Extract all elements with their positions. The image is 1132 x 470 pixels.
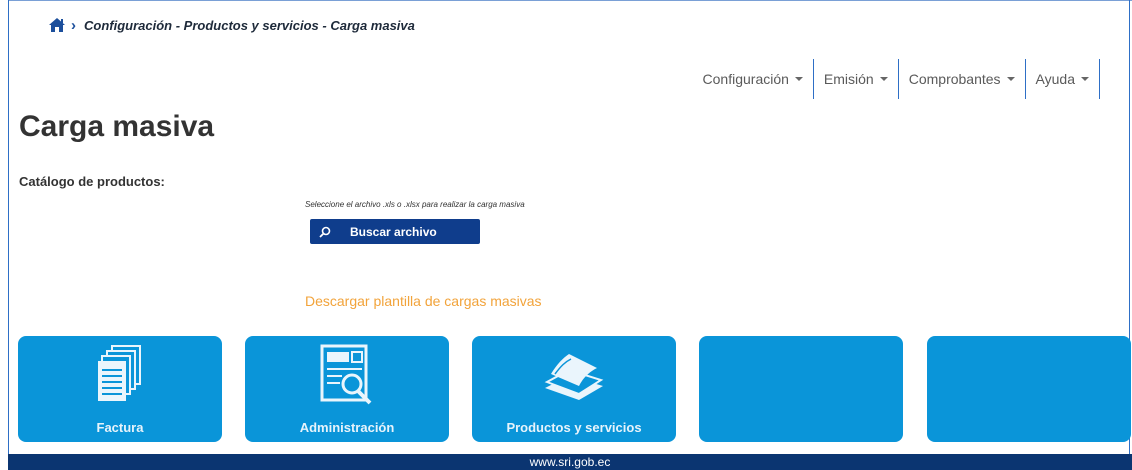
nav-emision[interactable]: Emisión xyxy=(814,59,899,99)
tile-administracion[interactable]: Administración xyxy=(245,336,449,442)
caret-down-icon xyxy=(879,77,888,81)
footer: www.sri.gob.ec xyxy=(8,454,1132,470)
home-icon[interactable] xyxy=(48,17,66,33)
download-template-link[interactable]: Descargar plantilla de cargas masivas xyxy=(305,293,542,309)
nav-label: Comprobantes xyxy=(908,71,1001,87)
upload-hint: Seleccione el archivo .xls o .xlsx para … xyxy=(305,200,525,209)
nav-label: Emisión xyxy=(823,71,874,87)
nav-label: Configuración xyxy=(702,71,789,87)
documents-icon xyxy=(90,342,150,413)
tile-label: Administración xyxy=(299,420,395,435)
search-icon xyxy=(318,225,332,239)
paper-stack-icon xyxy=(539,342,609,413)
document-search-icon xyxy=(312,342,382,413)
tile-factura[interactable]: Factura xyxy=(18,336,222,442)
tile-empty-5[interactable] xyxy=(927,336,1131,442)
page-title: Carga masiva xyxy=(19,110,215,143)
nav-label: Ayuda xyxy=(1035,71,1075,87)
chevron-right-icon: › xyxy=(71,16,76,34)
caret-down-icon xyxy=(794,77,803,81)
breadcrumb-path: Configuración - Productos y servicios - … xyxy=(84,17,415,33)
top-navigation: Configuración Emisión Comprobantes Ayuda xyxy=(693,59,1100,99)
section-label: Catálogo de productos: xyxy=(19,174,165,189)
footer-link[interactable]: www.sri.gob.ec xyxy=(530,455,611,469)
browse-file-button[interactable]: Buscar archivo xyxy=(310,219,480,244)
browse-file-label: Buscar archivo xyxy=(350,224,437,239)
caret-down-icon xyxy=(1081,77,1089,81)
nav-comprobantes[interactable]: Comprobantes xyxy=(899,59,1026,99)
tile-empty-4[interactable] xyxy=(699,336,903,442)
nav-ayuda[interactable]: Ayuda xyxy=(1026,59,1100,99)
tile-label: Factura xyxy=(96,420,144,435)
tile-label: Productos y servicios xyxy=(506,420,642,435)
caret-down-icon xyxy=(1006,77,1015,81)
tile-productos-servicios[interactable]: Productos y servicios xyxy=(472,336,676,442)
breadcrumb: › Configuración - Productos y servicios … xyxy=(48,14,415,36)
nav-configuracion[interactable]: Configuración xyxy=(693,59,814,99)
